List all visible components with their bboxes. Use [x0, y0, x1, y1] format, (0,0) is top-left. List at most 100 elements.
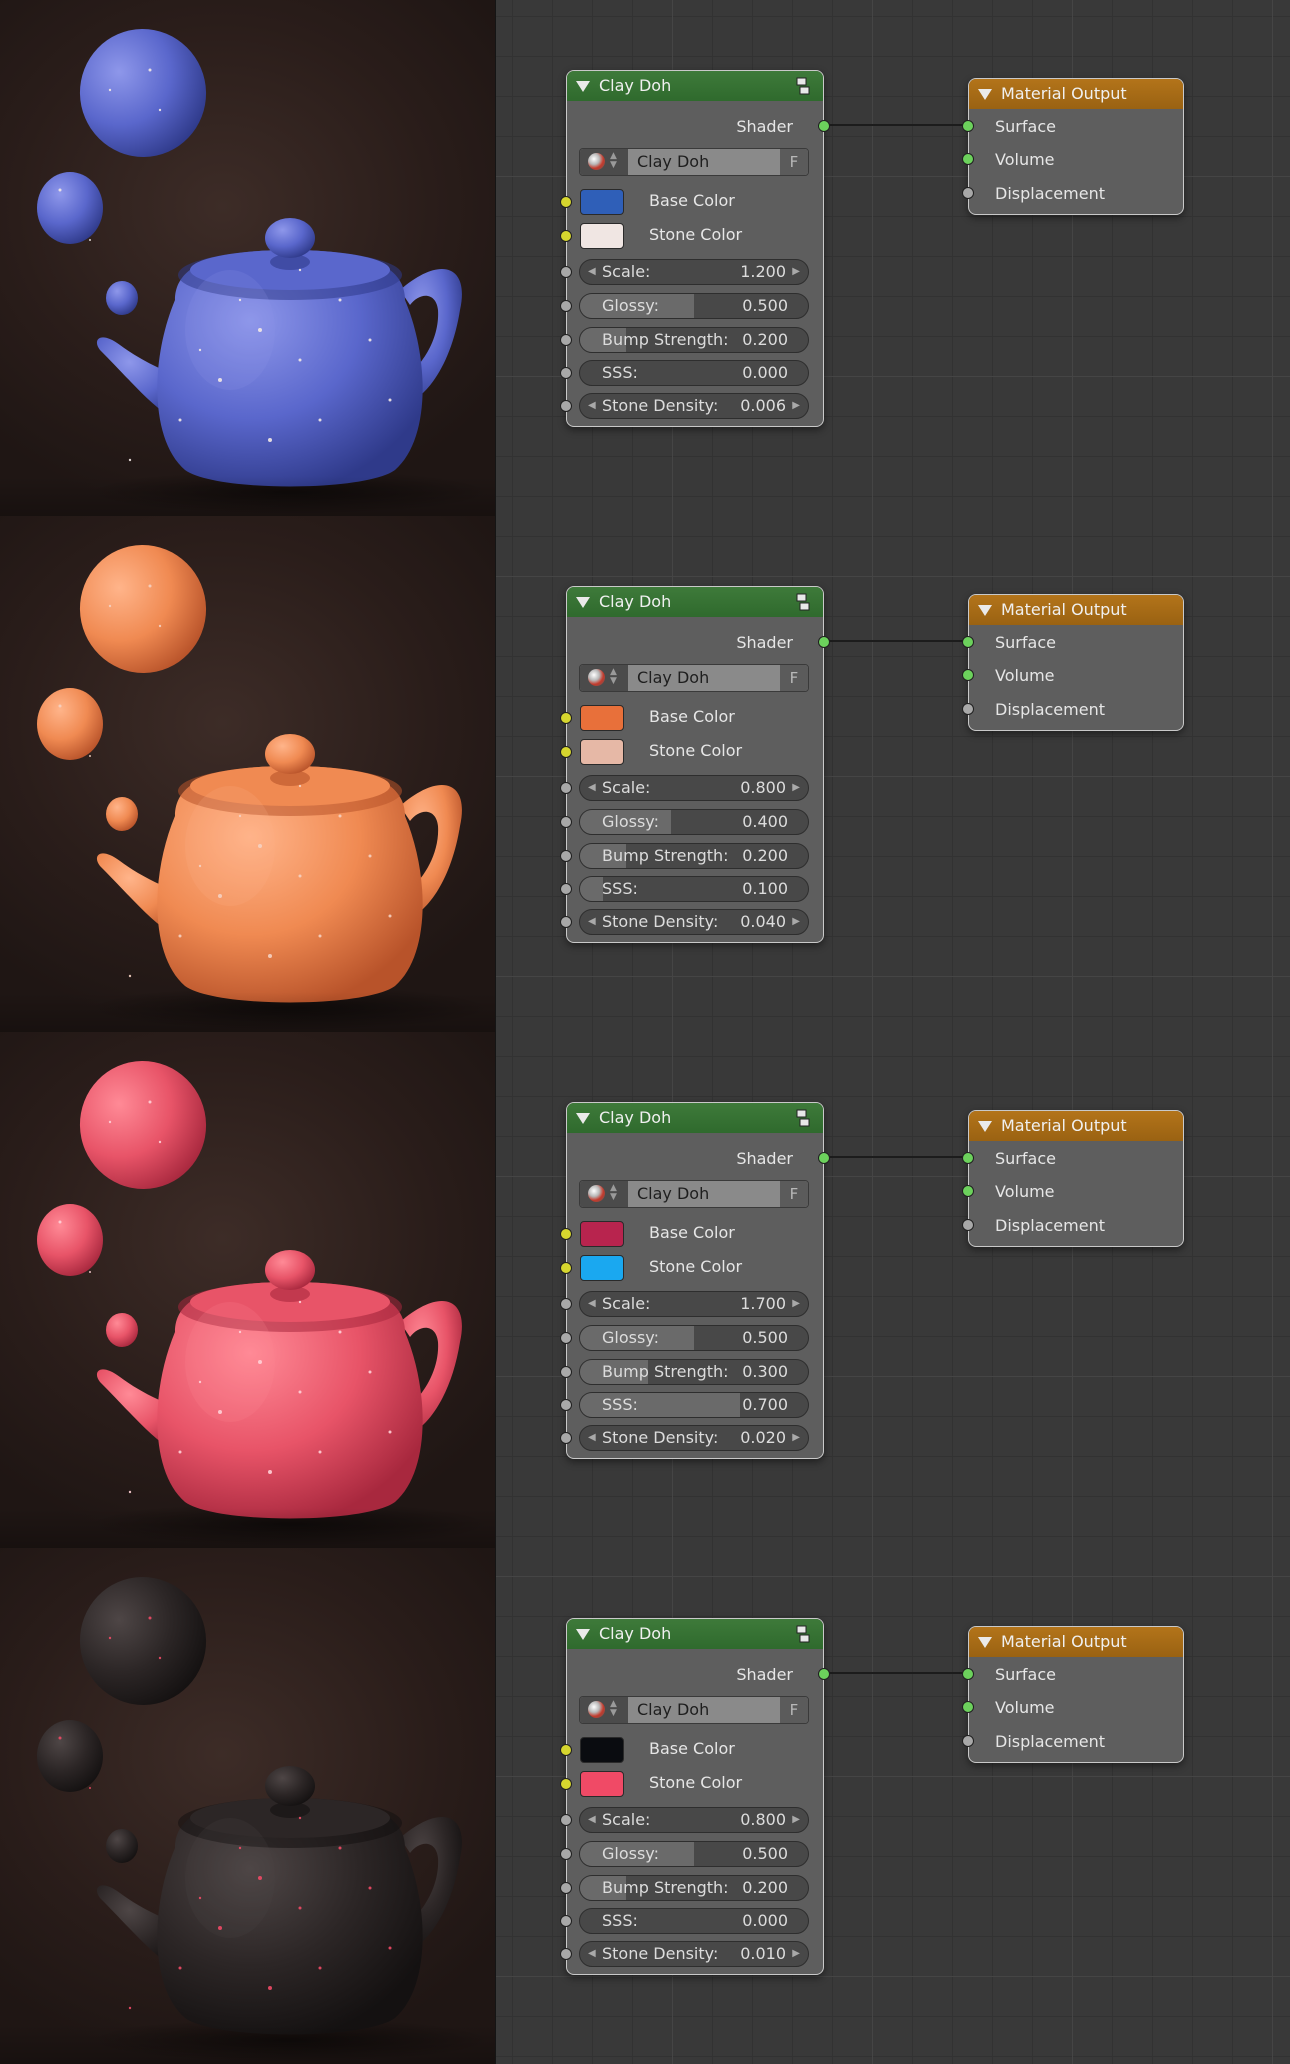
shader-output-socket[interactable]	[818, 120, 830, 132]
stone-density-field-socket[interactable]	[560, 1948, 572, 1960]
sss-slider-socket[interactable]	[560, 1399, 572, 1411]
clay-doh-node[interactable]: Clay Doh Shader ▲ ▼ Clay Doh F Base Color…	[560, 586, 830, 943]
node-header[interactable]: Material Output	[969, 1627, 1183, 1657]
displacement-input-socket[interactable]	[962, 1735, 974, 1747]
arrow-right-icon[interactable]: ▶	[792, 1808, 800, 1832]
arrow-right-icon[interactable]: ▶	[792, 776, 800, 800]
material-selector[interactable]: ▲ ▼ Clay Doh F	[579, 148, 809, 176]
bump-strength-slider[interactable]: Bump Strength: 0.300	[579, 1359, 809, 1385]
glossy-slider[interactable]: Glossy: 0.500	[579, 1325, 809, 1351]
material-browse-button[interactable]: ▲ ▼	[580, 149, 628, 175]
stone-density-field[interactable]: ◀ Stone Density: 0.040 ▶	[579, 909, 809, 935]
shader-output-socket[interactable]	[818, 1152, 830, 1164]
fake-user-button[interactable]: F	[780, 1181, 808, 1207]
scale-field-socket[interactable]	[560, 782, 572, 794]
node-group-icon[interactable]	[795, 1625, 811, 1643]
sss-slider[interactable]: SSS: 0.700	[579, 1392, 809, 1418]
stone-density-field-socket[interactable]	[560, 400, 572, 412]
clay-doh-node[interactable]: Clay Doh Shader ▲ ▼ Clay Doh F Base Color…	[560, 1102, 830, 1459]
surface-input-socket[interactable]	[962, 120, 974, 132]
stone-color-socket[interactable]	[560, 1262, 572, 1274]
stone-color-swatch[interactable]	[580, 739, 624, 765]
collapse-triangle-icon[interactable]	[978, 1637, 992, 1648]
glossy-slider[interactable]: Glossy: 0.500	[579, 1841, 809, 1867]
base-color-swatch[interactable]	[580, 1737, 624, 1763]
arrow-right-icon[interactable]: ▶	[792, 1942, 800, 1966]
sss-slider-socket[interactable]	[560, 883, 572, 895]
arrow-left-icon[interactable]: ◀	[588, 1942, 596, 1966]
scale-field[interactable]: ◀ Scale: 0.800 ▶	[579, 1807, 809, 1833]
collapse-triangle-icon[interactable]	[576, 1113, 590, 1124]
collapse-triangle-icon[interactable]	[978, 605, 992, 616]
scale-field-socket[interactable]	[560, 266, 572, 278]
volume-input-socket[interactable]	[962, 1185, 974, 1197]
fake-user-button[interactable]: F	[780, 149, 808, 175]
base-color-swatch[interactable]	[580, 705, 624, 731]
scale-field-socket[interactable]	[560, 1814, 572, 1826]
node-header[interactable]: Clay Doh	[567, 1619, 823, 1649]
fake-user-button[interactable]: F	[780, 665, 808, 691]
material-selector[interactable]: ▲ ▼ Clay Doh F	[579, 664, 809, 692]
collapse-triangle-icon[interactable]	[978, 89, 992, 100]
bump-strength-slider-socket[interactable]	[560, 850, 572, 862]
arrow-left-icon[interactable]: ◀	[588, 1808, 596, 1832]
stone-density-field-socket[interactable]	[560, 1432, 572, 1444]
node-group-icon[interactable]	[795, 593, 811, 611]
stone-density-field[interactable]: ◀ Stone Density: 0.006 ▶	[579, 393, 809, 419]
stone-color-socket[interactable]	[560, 1778, 572, 1790]
node-group-icon[interactable]	[795, 1109, 811, 1127]
material-output-node[interactable]: Material Output Surface Volume Displacem…	[962, 1110, 1184, 1247]
sss-slider[interactable]: SSS: 0.100	[579, 876, 809, 902]
arrow-left-icon[interactable]: ◀	[588, 260, 596, 284]
bump-strength-slider[interactable]: Bump Strength: 0.200	[579, 327, 809, 353]
material-browse-button[interactable]: ▲ ▼	[580, 665, 628, 691]
base-color-socket[interactable]	[560, 1744, 572, 1756]
volume-input-socket[interactable]	[962, 153, 974, 165]
arrow-left-icon[interactable]: ◀	[588, 394, 596, 418]
bump-strength-slider-socket[interactable]	[560, 1366, 572, 1378]
node-header[interactable]: Material Output	[969, 79, 1183, 109]
bump-strength-slider-socket[interactable]	[560, 334, 572, 346]
arrow-right-icon[interactable]: ▶	[792, 394, 800, 418]
base-color-socket[interactable]	[560, 196, 572, 208]
stone-density-field[interactable]: ◀ Stone Density: 0.020 ▶	[579, 1425, 809, 1451]
material-output-node[interactable]: Material Output Surface Volume Displacem…	[962, 594, 1184, 731]
glossy-slider-socket[interactable]	[560, 300, 572, 312]
bump-strength-slider[interactable]: Bump Strength: 0.200	[579, 1875, 809, 1901]
glossy-slider-socket[interactable]	[560, 1332, 572, 1344]
sss-slider[interactable]: SSS: 0.000	[579, 360, 809, 386]
base-color-swatch[interactable]	[580, 189, 624, 215]
displacement-input-socket[interactable]	[962, 187, 974, 199]
scale-field[interactable]: ◀ Scale: 0.800 ▶	[579, 775, 809, 801]
shader-output-socket[interactable]	[818, 1668, 830, 1680]
shader-output-socket[interactable]	[818, 636, 830, 648]
node-header[interactable]: Clay Doh	[567, 587, 823, 617]
material-output-node[interactable]: Material Output Surface Volume Displacem…	[962, 78, 1184, 215]
collapse-triangle-icon[interactable]	[576, 81, 590, 92]
node-header[interactable]: Material Output	[969, 595, 1183, 625]
stone-density-field[interactable]: ◀ Stone Density: 0.010 ▶	[579, 1941, 809, 1967]
stone-density-field-socket[interactable]	[560, 916, 572, 928]
sss-slider-socket[interactable]	[560, 367, 572, 379]
displacement-input-socket[interactable]	[962, 1219, 974, 1231]
arrow-left-icon[interactable]: ◀	[588, 1292, 596, 1316]
material-selector[interactable]: ▲ ▼ Clay Doh F	[579, 1180, 809, 1208]
base-color-socket[interactable]	[560, 1228, 572, 1240]
surface-input-socket[interactable]	[962, 636, 974, 648]
collapse-triangle-icon[interactable]	[576, 1629, 590, 1640]
stone-color-swatch[interactable]	[580, 1255, 624, 1281]
scale-field[interactable]: ◀ Scale: 1.200 ▶	[579, 259, 809, 285]
sss-slider[interactable]: SSS: 0.000	[579, 1908, 809, 1934]
arrow-right-icon[interactable]: ▶	[792, 1426, 800, 1450]
displacement-input-socket[interactable]	[962, 703, 974, 715]
volume-input-socket[interactable]	[962, 669, 974, 681]
base-color-swatch[interactable]	[580, 1221, 624, 1247]
surface-input-socket[interactable]	[962, 1668, 974, 1680]
arrow-left-icon[interactable]: ◀	[588, 1426, 596, 1450]
clay-doh-node[interactable]: Clay Doh Shader ▲ ▼ Clay Doh F Base Color…	[560, 1618, 830, 1975]
glossy-slider[interactable]: Glossy: 0.500	[579, 293, 809, 319]
material-output-node[interactable]: Material Output Surface Volume Displacem…	[962, 1626, 1184, 1763]
material-browse-button[interactable]: ▲ ▼	[580, 1697, 628, 1723]
stone-color-swatch[interactable]	[580, 1771, 624, 1797]
stone-color-socket[interactable]	[560, 746, 572, 758]
